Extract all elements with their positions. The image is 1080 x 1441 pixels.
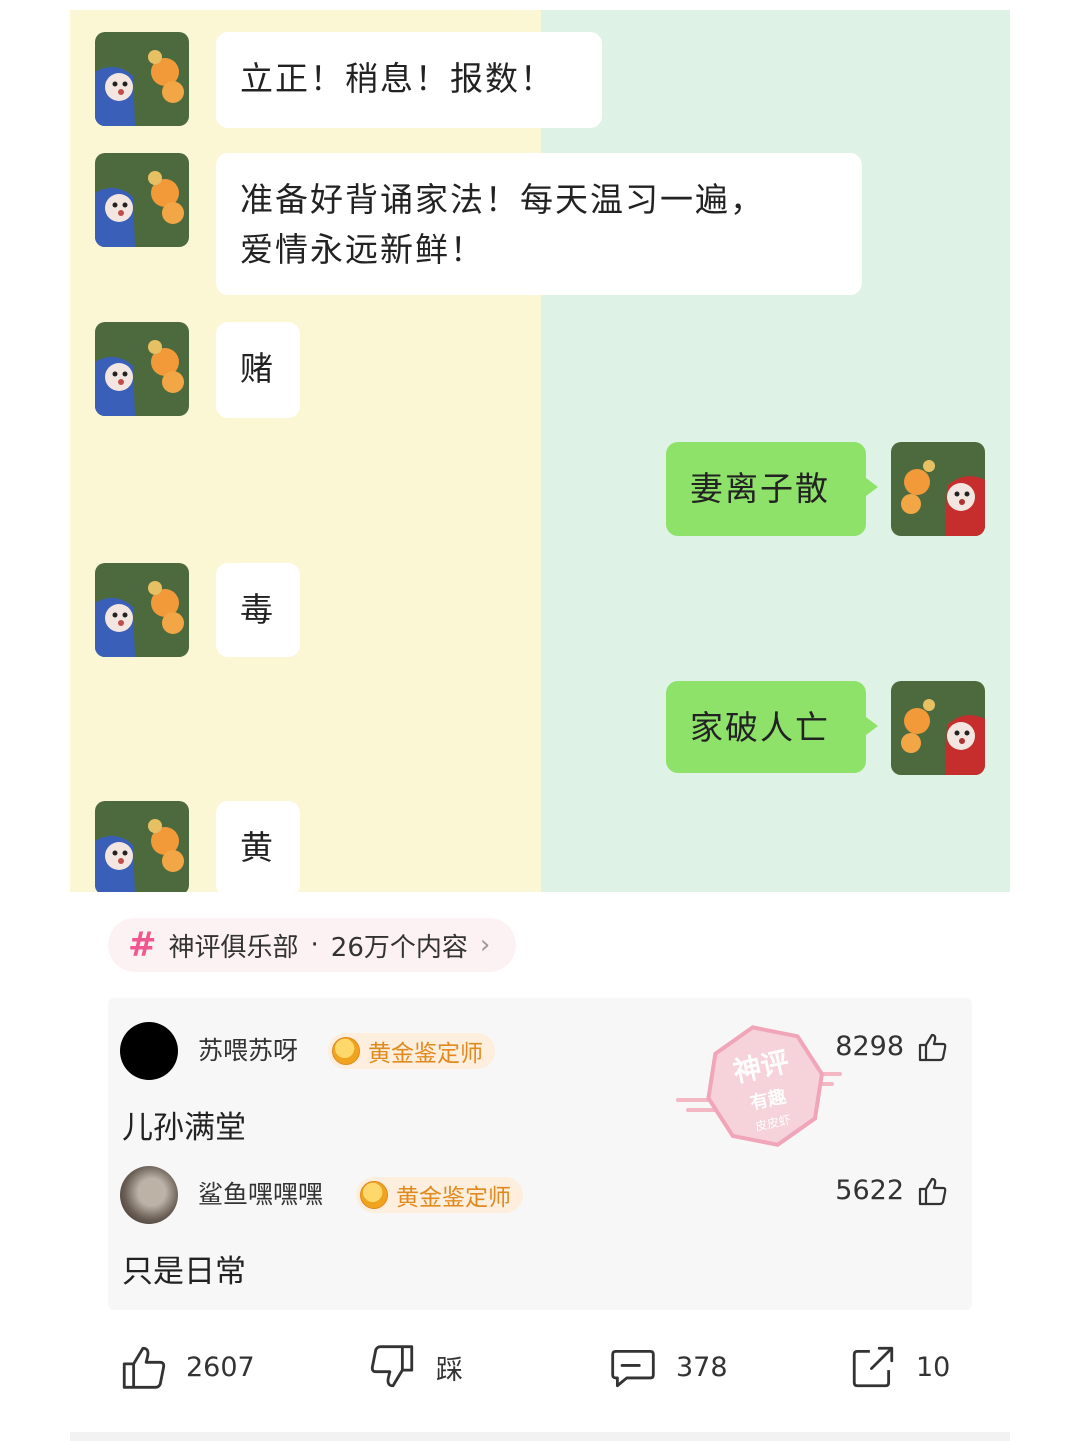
avatar-blue-teletubby-icon — [95, 563, 189, 657]
message-bubble: 毒 — [216, 563, 300, 657]
user-badge: 黄金鉴定师 — [328, 1033, 495, 1069]
like-count: 2607 — [186, 1351, 255, 1383]
avatar-blue-teletubby-icon — [95, 801, 189, 892]
comment-username[interactable]: 苏喂苏呀 — [198, 1022, 298, 1080]
comment-like-button[interactable]: 8298 — [835, 1018, 948, 1076]
share-icon — [852, 1346, 894, 1388]
thumbs-up-icon — [918, 1033, 947, 1062]
message-bubble-sent: 妻离子散 — [666, 442, 878, 536]
user-badge: 黄金鉴定师 — [356, 1177, 523, 1213]
divider — [70, 1432, 1010, 1441]
chevron-right-icon: › — [479, 930, 491, 960]
message-bubble: 立正！稍息！报数！ — [216, 32, 602, 128]
thumbs-up-icon — [122, 1346, 166, 1389]
badge-label: 黄金鉴定师 — [368, 1041, 483, 1067]
topic-chip[interactable]: # 神评俱乐部 · 26万个内容 › — [108, 918, 517, 972]
like-count: 5622 — [835, 1175, 904, 1206]
comment-bubble-icon — [611, 1349, 655, 1388]
gold-medal-icon — [332, 1037, 360, 1065]
avatar-blue-teletubby-icon — [95, 322, 189, 416]
chat-screenshot: 立正！稍息！报数！ 准备好背诵家法！每天温习一遍， 爱情永远新鲜！ 赌 妻离子散… — [70, 10, 1010, 892]
topic-separator: · — [310, 930, 319, 960]
like-button[interactable]: 2607 — [118, 1342, 255, 1392]
hashtag-icon: # — [128, 925, 157, 965]
message-bubble: 赌 — [216, 322, 300, 418]
share-count: 10 — [916, 1351, 951, 1383]
message-bubble: 准备好背诵家法！每天温习一遍， 爱情永远新鲜！ — [216, 153, 862, 295]
avatar-red-teletubby-icon — [891, 442, 985, 536]
action-bar: 2607 踩 378 10 — [118, 1342, 958, 1402]
comment-username[interactable]: 鲨鱼嘿嘿嘿 — [198, 1166, 323, 1224]
dislike-label: 踩 — [436, 1354, 463, 1386]
badge-label: 黄金鉴定师 — [396, 1185, 511, 1211]
thumbs-down-icon — [370, 1345, 414, 1388]
avatar[interactable] — [120, 1022, 178, 1080]
avatar-blue-teletubby-icon — [95, 32, 189, 126]
message-bubble: 黄 — [216, 801, 300, 892]
comment-text: 只是日常 — [122, 1254, 246, 1290]
god-comment-stamp-icon: 神评 有趣 皮皮虾 — [676, 1025, 842, 1147]
topic-name: 神评俱乐部 — [168, 932, 299, 963]
comment-count: 378 — [676, 1351, 728, 1383]
message-bubble-sent: 家破人亡 — [666, 681, 878, 773]
comment-text: 儿孙满堂 — [122, 1110, 246, 1146]
comment-like-button[interactable]: 5622 — [835, 1162, 948, 1220]
avatar[interactable] — [120, 1166, 178, 1224]
comment-button[interactable]: 378 — [608, 1342, 728, 1392]
dislike-button[interactable]: 踩 — [368, 1342, 463, 1392]
comment-item: 鲨鱼嘿嘿嘿 黄金鉴定师 5622 只是日常 — [120, 1166, 960, 1290]
share-button[interactable]: 10 — [848, 1342, 950, 1392]
topic-count: 26万个内容 — [330, 932, 468, 963]
thumbs-up-icon — [918, 1177, 947, 1206]
avatar-red-teletubby-icon — [891, 681, 985, 775]
avatar-blue-teletubby-icon — [95, 153, 189, 247]
gold-medal-icon — [360, 1181, 388, 1209]
